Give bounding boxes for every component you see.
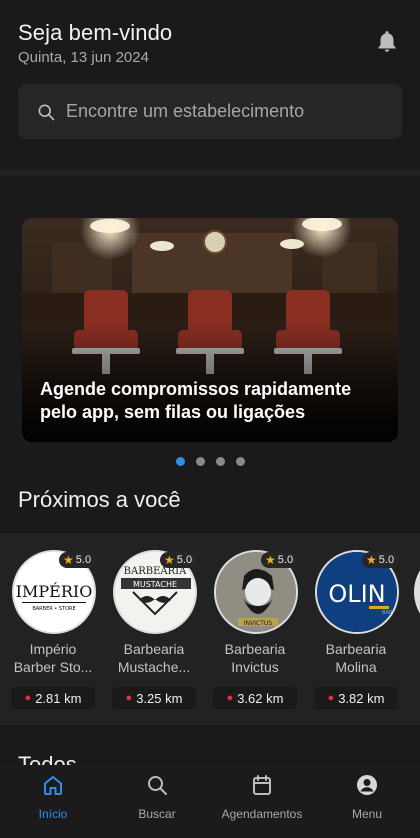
shop-name-line-1: Barbearia	[123, 641, 185, 657]
user-avatar-icon	[357, 775, 377, 795]
search-icon	[148, 776, 167, 795]
banner-line-2: pelo app, sem filas ou ligações	[40, 402, 306, 422]
rating-badge: ★ 5.0	[261, 552, 299, 568]
star-icon: ★	[265, 553, 276, 567]
rating-badge: ★ 5.0	[160, 552, 198, 568]
bottom-tab-bar: Início Buscar Agendamentos Menu	[0, 765, 420, 838]
distance-badge: ● 2.81 km	[11, 687, 95, 709]
rating-value: 5.0	[378, 554, 395, 566]
tab-label: Agendamentos	[221, 807, 303, 821]
shop-name-line-1: Barbearia	[224, 641, 286, 657]
banner-line-1: Agende compromissos rapidamente	[40, 379, 352, 399]
shop-card-molina[interactable]: OLIN BARB ★ 5.0 Barbearia Molina ● 3.82 …	[314, 550, 404, 710]
distance-value: 3.62 km	[237, 690, 284, 706]
banner-caption: Agende compromissos rapidamente pelo app…	[40, 378, 380, 424]
logo-subtext: BARBER • STORE	[32, 606, 75, 612]
nearby-title: Próximos a você	[18, 487, 181, 512]
logo-text: INVICTUS	[244, 620, 272, 627]
distance-value: 2.81 km	[35, 690, 82, 706]
calendar-icon	[253, 775, 271, 795]
search-input[interactable]: Encontre um estabelecimento	[18, 84, 402, 139]
tab-agendamentos[interactable]: Agendamentos	[212, 773, 312, 821]
carousel-dots	[0, 457, 420, 466]
distance-value: 3.82 km	[338, 690, 385, 706]
location-pin-icon: ●	[125, 692, 133, 704]
search-icon	[38, 104, 55, 120]
search-placeholder: Encontre um estabelecimento	[66, 101, 305, 121]
rating-value: 5.0	[75, 554, 92, 566]
tab-buscar[interactable]: Buscar	[107, 773, 207, 821]
logo-text: IMPÉRIO	[16, 581, 93, 601]
logo-text: OLIN	[328, 580, 385, 608]
carousel-dot-1[interactable]	[175, 457, 185, 466]
header: Seja bem-vindo Quinta, 13 jun 2024	[18, 20, 402, 70]
tab-label: Menu	[351, 807, 383, 821]
carousel-dot-3[interactable]	[215, 457, 225, 466]
distance-value: 3.25 km	[136, 690, 183, 706]
bell-icon[interactable]	[374, 28, 400, 56]
tab-inicio[interactable]: Início	[3, 773, 103, 821]
current-date: Quinta, 13 jun 2024	[18, 49, 149, 66]
shop-name-line-2: Invictus	[231, 659, 279, 675]
shop-name-line-1: Barbearia	[325, 641, 387, 657]
carousel-dot-4[interactable]	[235, 457, 245, 466]
star-icon: ★	[63, 553, 74, 567]
shop-card-mustache[interactable]: BARBEARIA MUSTACHE ★ 5.0 Barbearia Musta…	[112, 550, 202, 710]
star-icon: ★	[164, 553, 175, 567]
shop-card-partial[interactable]	[414, 550, 420, 634]
logo-subtext: MUSTACHE	[133, 580, 177, 589]
shop-card-imperio[interactable]: IMPÉRIO BARBER • STORE ★ 5.0 Império Bar…	[11, 550, 101, 710]
rating-value: 5.0	[176, 554, 193, 566]
location-pin-icon: ●	[226, 692, 234, 704]
distance-badge: ● 3.82 km	[314, 687, 398, 709]
nearby-carousel[interactable]: IMPÉRIO BARBER • STORE ★ 5.0 Império Bar…	[0, 533, 420, 725]
welcome-title: Seja bem-vindo	[18, 20, 173, 45]
star-icon: ★	[366, 553, 377, 567]
tab-label: Início	[38, 807, 68, 821]
carousel-dot-2[interactable]	[195, 457, 205, 466]
shop-card-invictus[interactable]: INVICTUS ★ 5.0 Barbearia Invictus ● 3.62…	[213, 550, 303, 710]
distance-badge: ● 3.62 km	[213, 687, 297, 709]
rating-badge: ★ 5.0	[362, 552, 400, 568]
location-pin-icon: ●	[327, 692, 335, 704]
section-divider	[0, 170, 420, 176]
rating-value: 5.0	[277, 554, 294, 566]
shop-name-line-2: Molina	[335, 659, 377, 675]
tab-label: Buscar	[138, 807, 176, 821]
logo-subtext: BARB	[382, 610, 396, 616]
tab-menu[interactable]: Menu	[317, 773, 417, 821]
distance-badge: ● 3.25 km	[112, 687, 196, 709]
shop-name-line-2: Mustache...	[117, 659, 191, 675]
promo-banner[interactable]: Agende compromissos rapidamente pelo app…	[22, 218, 398, 442]
rating-badge: ★ 5.0	[59, 552, 97, 568]
home-icon	[44, 776, 62, 795]
shop-name-line-2: Barber Sto...	[13, 659, 93, 675]
shop-name-line-1: Império	[29, 641, 77, 657]
location-pin-icon: ●	[24, 692, 32, 704]
